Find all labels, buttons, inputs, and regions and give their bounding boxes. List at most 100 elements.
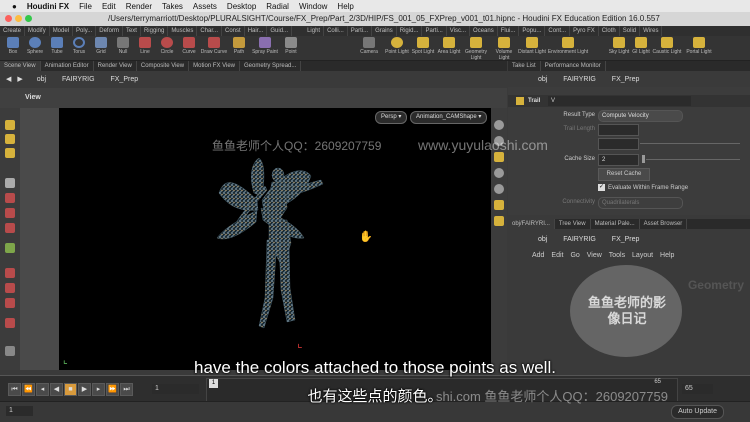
geometry-light-tool[interactable]: Geometry Light [462,37,490,61]
net-menu-go[interactable]: Go [570,252,579,259]
tab-performance-monitor[interactable]: Performance Monitor [541,61,606,71]
menu-file[interactable]: File [79,2,92,11]
distant-light-tool[interactable]: Distant Light [518,37,546,55]
sky-light-tool[interactable]: Sky Light [608,37,630,55]
portal-light-tool[interactable]: Portal Light [684,37,714,55]
tab-tree-view[interactable]: Tree View [555,219,591,229]
point-tool[interactable]: Point [280,37,302,55]
net-menu-view[interactable]: View [587,252,602,259]
snap-prim-icon[interactable] [5,283,15,293]
snap-point-icon[interactable] [5,298,15,308]
forward-arrow-icon[interactable]: ▶ [17,76,22,83]
tab-animation-editor[interactable]: Animation Editor [41,61,94,71]
shelf-tab[interactable]: Muscles [168,26,198,36]
shelf-tab[interactable]: Cloth [599,26,620,36]
shelf-tab[interactable]: Pyro FX [570,26,599,36]
tab-asset-browser[interactable]: Asset Browser [640,219,688,229]
menu-desktop[interactable]: Desktop [227,2,256,11]
circle-tool[interactable]: Circle [156,37,178,55]
camera-tool[interactable]: Camera [358,37,380,55]
start-frame-field[interactable]: 1 [6,406,33,416]
path-fairyrig[interactable]: FAIRYRIG [62,76,95,83]
zoom-window-button[interactable] [25,15,32,22]
shelf-tab[interactable]: Poly... [73,26,97,36]
path-fairyrig[interactable]: FAIRYRIG [563,76,596,83]
tab-motion-fx-view[interactable]: Motion FX View [189,61,241,71]
spot-light-tool[interactable]: Spot Light [410,37,436,55]
spray-paint-tool[interactable]: Spray Paint [250,37,280,55]
shelf-tab[interactable]: Colli... [324,26,348,36]
app-menu[interactable]: Houdini FX [27,2,69,11]
auto-update-dropdown[interactable]: Auto Update [671,405,724,419]
shelf-tab[interactable]: Guid... [267,26,293,36]
move-icon[interactable] [5,193,15,203]
paint-icon[interactable] [5,148,15,158]
back-arrow-icon[interactable]: ◀ [6,76,11,83]
magnet-icon[interactable] [5,318,15,328]
shelf-tab[interactable]: Modify [25,26,50,36]
transform-icon[interactable] [5,243,15,253]
gi-light-tool[interactable]: GI Light [630,37,652,55]
shelf-tab[interactable]: Parti... [348,26,373,36]
shelf-tab[interactable]: Visc... [447,26,471,36]
draw-curve-tool[interactable]: Draw Curve [200,37,228,55]
tube-tool[interactable]: Tube [46,37,68,55]
shelf-tab[interactable]: Hair... [245,26,268,36]
shelf-tab[interactable]: Popu... [519,26,546,36]
shelf-tab[interactable]: Text [123,26,141,36]
result-type-dropdown[interactable]: Compute Velocity [598,110,683,122]
shelf-tab[interactable]: Deform [96,26,123,36]
area-light-tool[interactable]: Area Light [436,37,462,55]
point-display-icon[interactable] [494,168,504,178]
shelf-tab[interactable]: Char... [197,26,223,36]
path-fx-prep[interactable]: FX_Prep [612,236,640,243]
shelf-tab[interactable]: Cont... [545,26,571,36]
torus-tool[interactable]: Torus [68,37,90,55]
snapshot-icon[interactable] [494,200,504,210]
node-name-field[interactable]: V [548,96,691,106]
caustic-light-tool[interactable]: Caustic Light [652,37,682,55]
path-fx-prep[interactable]: FX_Prep [612,76,640,83]
grid-tool[interactable]: Grid [90,37,112,55]
select-arrow-icon[interactable] [5,178,15,188]
point-light-tool[interactable]: Point Light [384,37,410,55]
line-tool[interactable]: Line [134,37,156,55]
tab-geometry-spreadsheet[interactable]: Geometry Spread... [240,61,302,71]
scale-icon[interactable] [5,223,15,233]
volume-light-tool[interactable]: Volume Light [490,37,518,61]
evaluate-checkbox[interactable]: ✓ [598,184,605,191]
apple-icon[interactable]: ● [12,2,17,11]
net-menu-add[interactable]: Add [532,252,544,259]
shelf-tab[interactable]: Rigging [141,26,169,36]
view-tool-icon[interactable] [5,346,15,356]
cache-slider-handle[interactable] [642,155,645,163]
display-icon[interactable] [494,120,504,130]
net-menu-layout[interactable]: Layout [632,252,653,259]
net-menu-tools[interactable]: Tools [609,252,625,259]
shelf-tab[interactable]: Grains [372,26,397,36]
tab-render-view[interactable]: Render View [94,61,137,71]
shelf-tab[interactable]: Flui... [498,26,520,36]
trail-length-field[interactable] [598,124,639,136]
tab-network-editor[interactable]: obj/FAIRYRI... [508,219,555,229]
path-obj[interactable]: obj [37,76,46,83]
shelf-tab[interactable]: Create [0,26,26,36]
path-fairyrig[interactable]: FAIRYRIG [563,236,596,243]
menu-takes[interactable]: Takes [162,2,183,11]
path-obj[interactable]: obj [538,236,547,243]
shelf-tab[interactable]: Solid [620,26,641,36]
null-tool[interactable]: Null [112,37,134,55]
snap-grid-icon[interactable] [5,268,15,278]
cache-slider-track[interactable] [646,159,740,160]
handle-icon[interactable] [5,120,15,130]
reset-cache-button[interactable]: Reset Cache [598,168,650,181]
camera-dropdown[interactable]: Persp ▾ [375,111,408,124]
path-tool[interactable]: Path [228,37,250,55]
net-menu-edit[interactable]: Edit [551,252,563,259]
minimize-window-button[interactable] [15,15,22,22]
tab-scene-view[interactable]: Scene View [0,61,41,71]
menu-render[interactable]: Render [126,2,152,11]
net-menu-help[interactable]: Help [660,252,674,259]
shelf-tab[interactable]: Model [50,26,74,36]
shelf-tab[interactable]: Const [222,26,245,36]
